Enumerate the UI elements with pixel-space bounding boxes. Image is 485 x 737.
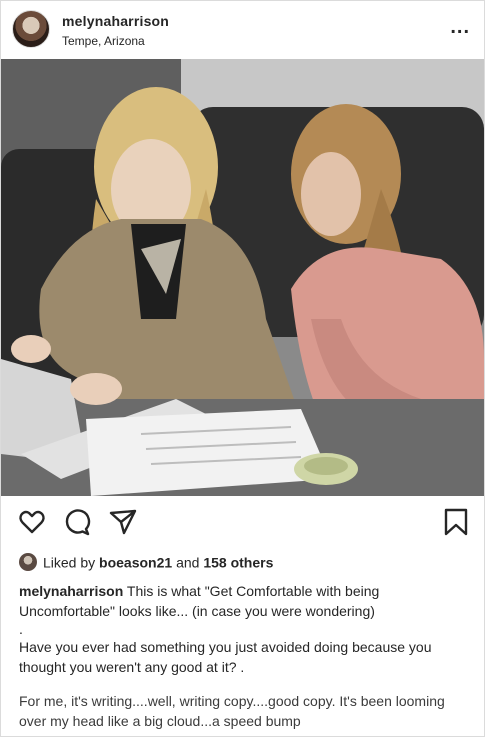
send-icon[interactable]	[108, 507, 138, 537]
more-options-icon[interactable]: ...	[450, 17, 470, 37]
liker-username[interactable]: boeason21	[99, 554, 172, 570]
caption-username[interactable]: melynaharrison	[19, 583, 123, 599]
caption-text-3: For me, it's writing....well, writing co…	[19, 693, 445, 729]
post-header: melynaharrison Tempe, Arizona ...	[1, 1, 484, 59]
post-caption: melynaharrison This is what "Get Comfort…	[19, 581, 469, 731]
post-photo[interactable]	[1, 59, 484, 496]
likes-and: and	[176, 554, 200, 571]
photo-illustration	[1, 59, 484, 496]
likes-summary[interactable]: Liked by boeason21 and 158 others	[19, 553, 273, 573]
heart-icon[interactable]	[17, 507, 47, 537]
instagram-post: melynaharrison Tempe, Arizona ... Liked …	[0, 0, 485, 737]
caption-paragraph-1: melynaharrison This is what "Get Comfort…	[19, 581, 469, 621]
post-actions	[1, 501, 484, 541]
comment-icon[interactable]	[62, 507, 92, 537]
likes-others[interactable]: 158 others	[203, 554, 273, 570]
caption-text-2: Have you ever had something you just avo…	[19, 639, 432, 675]
liker-avatar	[19, 553, 37, 572]
avatar[interactable]	[12, 10, 50, 48]
location[interactable]: Tempe, Arizona	[62, 34, 145, 48]
caption-dot: .	[19, 621, 23, 637]
username[interactable]: melynaharrison	[62, 13, 169, 29]
likes-prefix: Liked by	[43, 554, 96, 571]
bookmark-icon[interactable]	[441, 507, 471, 537]
